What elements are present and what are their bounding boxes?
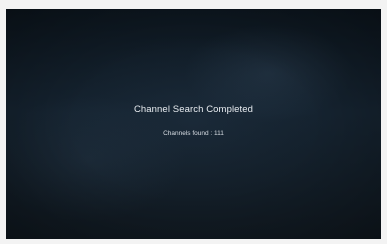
channel-search-status-title: Channel Search Completed: [133, 104, 254, 115]
channels-found-count: Channels found : 111: [163, 130, 224, 137]
tv-screen: Channel Search Completed Channels found …: [6, 9, 381, 239]
tv-frame: Channel Search Completed Channels found …: [0, 0, 387, 244]
screen-vignette: [6, 9, 381, 239]
